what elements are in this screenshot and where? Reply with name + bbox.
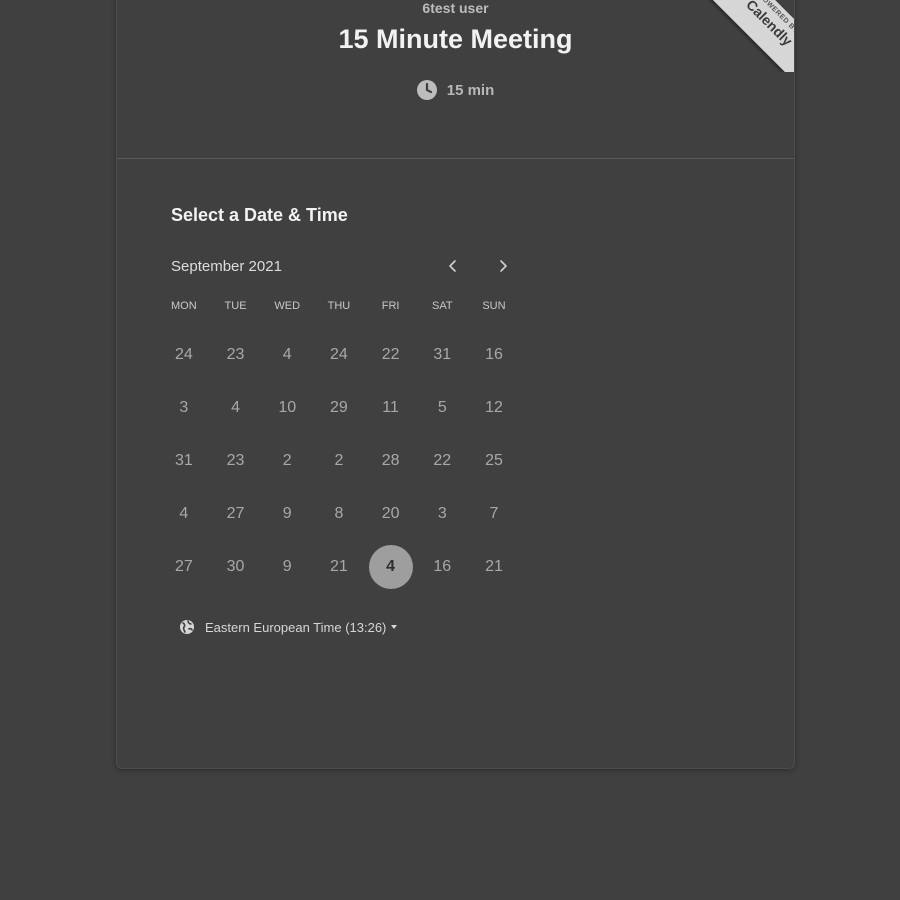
calendar-day: 30: [226, 557, 245, 575]
calendar-day: 21: [330, 557, 348, 575]
calendar-day: 24: [174, 345, 193, 363]
powered-by-ribbon[interactable]: POWERED BY Calendly: [686, 0, 795, 72]
calendar-day: 28: [381, 451, 400, 469]
calendar-day: 3: [437, 504, 447, 522]
calendar-day: 24: [330, 345, 348, 363]
calendar-day: 9: [282, 557, 292, 575]
previous-month-button[interactable]: [441, 254, 465, 278]
calendar-day: 22: [381, 345, 400, 363]
event-header: 6test user 15 Minute Meeting 15 min POWE…: [117, 0, 794, 159]
calendar-day-selected[interactable]: 4: [365, 540, 417, 593]
duration-label: 15 min: [446, 81, 495, 99]
caret-down-icon: [391, 625, 398, 629]
selected-day-label[interactable]: 4: [368, 544, 413, 589]
calendar-day: 5: [437, 398, 447, 416]
calendar-day: 4: [231, 398, 240, 416]
calendar-day: 11: [382, 398, 399, 416]
section-title: Select a Date & Time: [171, 205, 348, 225]
calendar-day: 4: [282, 345, 292, 363]
calendar-day: 2: [334, 451, 344, 469]
chevron-right-icon: [500, 260, 507, 272]
weekday-mon: MON: [171, 300, 197, 312]
weekday-wed: WED: [274, 300, 301, 312]
calendar-day: 21: [485, 557, 503, 575]
globe-icon: [180, 620, 194, 634]
ribbon-brand: Calendly: [743, 0, 795, 49]
calendar-day: 16: [433, 557, 452, 575]
calendar-day: 29: [330, 398, 348, 416]
calendar-day: 7: [489, 504, 499, 522]
calendar-day: 16: [485, 345, 503, 363]
weekday-fri: FRI: [381, 300, 400, 312]
calendar-day: 10: [278, 398, 297, 416]
timezone-label: Eastern European Time (13:26): [205, 619, 387, 635]
calendar-day: 20: [381, 504, 400, 522]
chevron-left-icon: [449, 260, 456, 272]
calendar-day: 27: [226, 504, 245, 522]
weekday-header: MON TUE WED THU FRI SAT SUN: [158, 300, 520, 312]
next-month-button[interactable]: [491, 254, 515, 278]
calendar-day: 22: [433, 451, 452, 469]
calendar-day: 3: [179, 398, 189, 416]
weekday-sat: SAT: [431, 300, 453, 312]
calendar-day: 31: [174, 451, 193, 469]
calendar-day: 2: [282, 451, 292, 469]
calendar-day: 31: [433, 345, 452, 363]
weekday-thu: THU: [327, 300, 351, 312]
weekday-sun: SUN: [482, 300, 506, 312]
timezone-selector[interactable]: Eastern European Time (13:26): [179, 619, 398, 635]
month-label: September 2021: [171, 258, 282, 275]
month-navigation: September 2021: [171, 258, 511, 282]
calendar-day: 25: [485, 451, 503, 469]
weekday-tue: TUE: [224, 300, 247, 312]
calendar-day: 8: [334, 504, 344, 522]
calendar-day: 4: [179, 504, 189, 522]
calendar-day: 9: [282, 504, 292, 522]
clock-icon: [416, 80, 437, 100]
calendar-grid: 24 23 4 24 22 31 16 3 4 10 29 11 5 12 31…: [158, 328, 520, 593]
event-duration: 15 min: [117, 80, 794, 100]
calendar-day: 12: [485, 398, 503, 416]
calendar-day: 23: [226, 345, 245, 363]
calendar-day: 27: [174, 557, 193, 575]
calendar-day: 23: [226, 451, 245, 469]
